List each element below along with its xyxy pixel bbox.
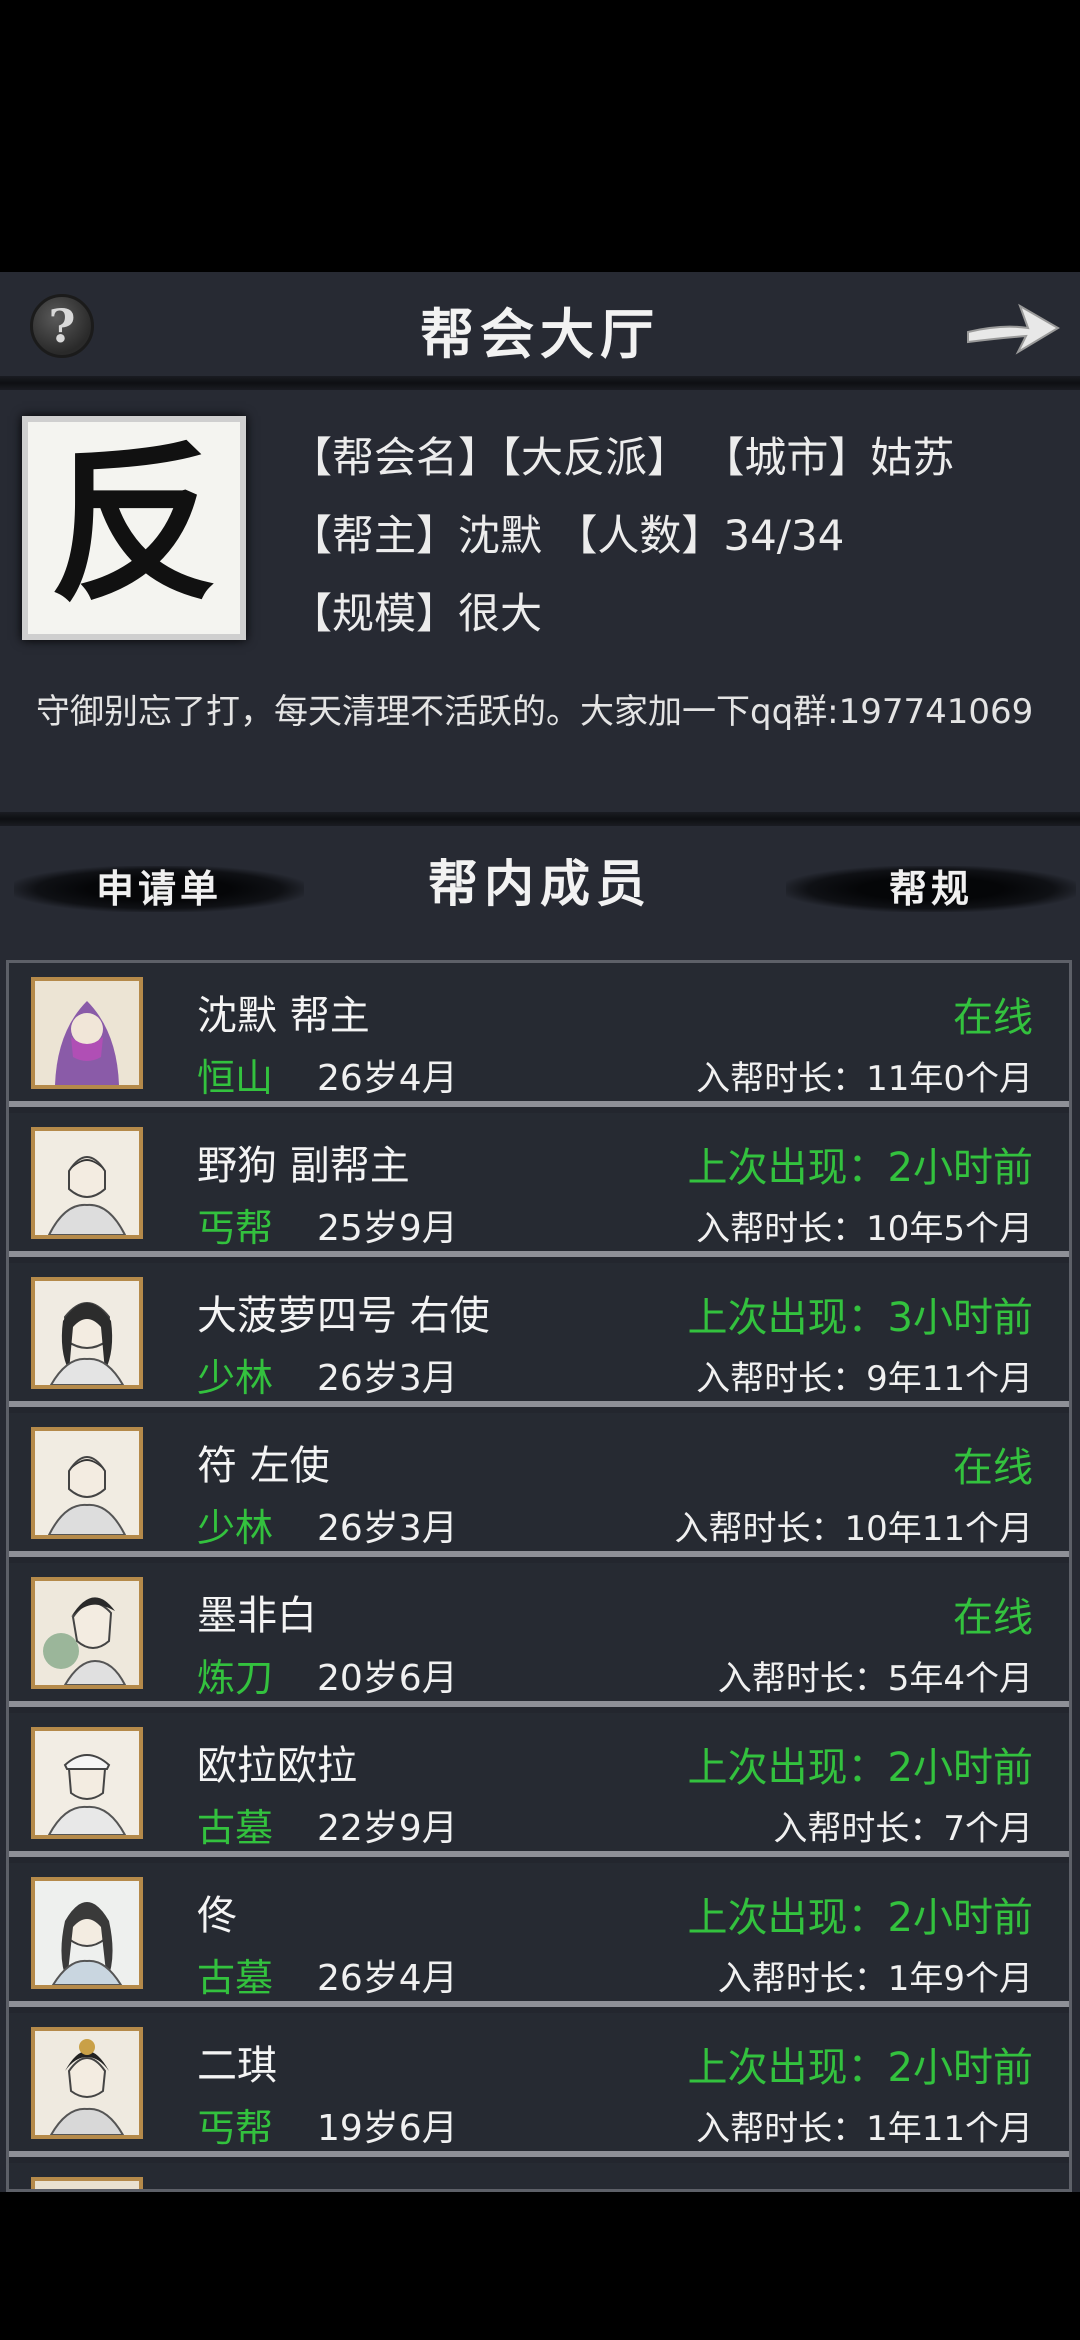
member-name: 野狗 副帮主 bbox=[197, 1143, 410, 1189]
member-tenure: 入帮时长：5年4个月 bbox=[717, 1659, 1033, 1699]
avatar bbox=[31, 977, 143, 1089]
member-age: 19岁6月 bbox=[317, 2108, 458, 2149]
guild-name-city: 【帮会名】【大反派】 【城市】姑苏 bbox=[290, 433, 955, 482]
member-status: 上次出现：3小时前 bbox=[687, 1295, 1033, 1341]
avatar bbox=[31, 2027, 143, 2139]
member-row[interactable]: 欧拉欧拉 古墓 22岁9月 上次出现：2小时前 入帮时长：7个月 bbox=[9, 1713, 1069, 1857]
member-row[interactable]: 沈默 帮主 恒山 26岁4月 在线 入帮时长：11年0个月 bbox=[9, 963, 1069, 1107]
guild-scale: 【规模】很大 bbox=[290, 589, 543, 638]
member-sect: 古墓 bbox=[197, 1806, 274, 1850]
member-tenure: 入帮时长：11年0个月 bbox=[696, 1059, 1033, 1099]
member-name: 佟 bbox=[197, 1893, 237, 1939]
member-status: 在线 bbox=[953, 1595, 1033, 1641]
rules-label: 帮规 bbox=[888, 866, 973, 911]
member-sect: 恒山 bbox=[197, 1056, 274, 1100]
member-sect: 古墓 bbox=[197, 1956, 274, 2000]
guild-emblem: 反 bbox=[22, 416, 246, 640]
member-row[interactable]: 野狗 副帮主 丐帮 25岁9月 上次出现：2小时前 入帮时长：10年5个月 bbox=[9, 1113, 1069, 1257]
member-status: 上次出现：2小时前 bbox=[687, 1745, 1033, 1791]
member-sect: 少林 bbox=[197, 1506, 274, 1550]
member-status: 在线 bbox=[953, 1445, 1033, 1491]
member-age: 22岁9月 bbox=[317, 1808, 458, 1849]
member-name: 符 左使 bbox=[197, 1443, 330, 1489]
avatar bbox=[31, 1277, 143, 1389]
avatar bbox=[31, 1577, 143, 1689]
member-sect: 炼刀 bbox=[197, 1656, 274, 1700]
member-tenure: 入帮时长：10年11个月 bbox=[674, 1509, 1033, 1549]
member-age: 25岁9月 bbox=[317, 1208, 458, 1249]
member-name: 二琪 bbox=[197, 2043, 277, 2089]
member-list[interactable]: 沈默 帮主 恒山 26岁4月 在线 入帮时长：11年0个月 野狗 副帮主 丐帮 … bbox=[6, 960, 1072, 2192]
member-tenure: 入帮时长：1年11个月 bbox=[696, 2109, 1033, 2149]
guild-leader-count: 【帮主】沈默 【人数】34/34 bbox=[290, 511, 845, 560]
member-tenure: 入帮时长：1年9个月 bbox=[717, 1959, 1033, 1999]
member-age: 26岁4月 bbox=[317, 1058, 458, 1099]
header-divider bbox=[0, 376, 1080, 390]
member-status: 上次出现：2小时前 bbox=[687, 1145, 1033, 1191]
member-row[interactable]: 墨非白 炼刀 20岁6月 在线 入帮时长：5年4个月 bbox=[9, 1563, 1069, 1707]
member-tenure: 入帮时长：7个月 bbox=[773, 1809, 1033, 1849]
member-row[interactable]: 符 左使 少林 26岁3月 在线 入帮时长：10年11个月 bbox=[9, 1413, 1069, 1557]
rules-button[interactable]: 帮规 bbox=[786, 854, 1076, 924]
member-row[interactable]: 二琪 丐帮 19岁6月 上次出现：2小时前 入帮时长：1年11个月 bbox=[9, 2013, 1069, 2157]
member-age: 26岁3月 bbox=[317, 1358, 458, 1399]
header-bar: ? 帮会大厅 bbox=[0, 272, 1080, 380]
member-sect: 丐帮 bbox=[197, 1206, 274, 1250]
avatar bbox=[31, 1877, 143, 1989]
member-status: 在线 bbox=[953, 995, 1033, 1041]
guild-notice: 守御别忘了打，每天清理不活跃的。大家加一下qq群:197741069 bbox=[36, 692, 1034, 732]
member-name: 欧拉欧拉 bbox=[197, 1743, 357, 1789]
avatar bbox=[31, 2177, 143, 2189]
member-name: 沈默 帮主 bbox=[197, 993, 370, 1039]
member-row-partial[interactable] bbox=[9, 2163, 1069, 2189]
member-name: 墨非白 bbox=[197, 1593, 317, 1639]
member-status: 上次出现：2小时前 bbox=[687, 1895, 1033, 1941]
section-divider bbox=[0, 812, 1080, 826]
member-name: 大菠萝四号 右使 bbox=[197, 1293, 490, 1339]
member-age: 26岁3月 bbox=[317, 1508, 458, 1549]
avatar bbox=[31, 1727, 143, 1839]
member-row[interactable]: 大菠萝四号 右使 少林 26岁3月 上次出现：3小时前 入帮时长：9年11个月 bbox=[9, 1263, 1069, 1407]
member-status: 上次出现：2小时前 bbox=[687, 2045, 1033, 2091]
member-age: 20岁6月 bbox=[317, 1658, 458, 1699]
arrow-right-icon[interactable] bbox=[962, 294, 1062, 360]
avatar bbox=[31, 1427, 143, 1539]
member-tenure: 入帮时长：9年11个月 bbox=[696, 1359, 1033, 1399]
member-tenure: 入帮时长：10年5个月 bbox=[696, 1209, 1033, 1249]
guild-hall-panel: ? 帮会大厅 反 【帮会名】【大反派】 【城市】姑苏 【帮主】沈默 【人数】34… bbox=[0, 272, 1080, 2192]
page-title: 帮会大厅 bbox=[420, 302, 660, 366]
guild-emblem-char: 反 bbox=[48, 425, 219, 625]
member-sect: 丐帮 bbox=[197, 2106, 274, 2150]
member-age: 26岁4月 bbox=[317, 1958, 458, 1999]
member-sect: 少林 bbox=[197, 1356, 274, 1400]
member-row[interactable]: 佟 古墓 26岁4月 上次出现：2小时前 入帮时长：1年9个月 bbox=[9, 1863, 1069, 2007]
avatar bbox=[31, 1127, 143, 1239]
